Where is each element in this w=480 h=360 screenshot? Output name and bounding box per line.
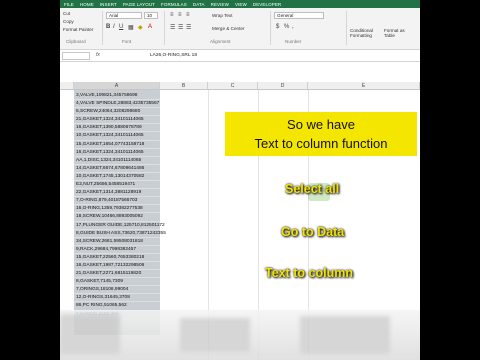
- tab-file[interactable]: FILE: [64, 2, 74, 7]
- table-row[interactable]: 4,VALVE SPINDLE,28883,4235735567: [74, 100, 224, 109]
- merge-center-button[interactable]: Merge & Center: [212, 26, 244, 31]
- ribbon-home: Cut Copy Format Painter Clipboard Arial …: [60, 8, 420, 50]
- table-row[interactable]: 12,O-RINGS,31645,3708: [74, 294, 224, 303]
- align-middle-icon[interactable]: ≡: [178, 12, 182, 18]
- blurred-region: [60, 310, 420, 360]
- cell-list: 3,VALVE,109821,345758698 4,VALVE SPINDLE,…: [74, 92, 224, 319]
- table-row[interactable]: 10,GASKET,1324,34101114065: [74, 132, 224, 141]
- video-frame: FILE HOME INSERT PAGE LAYOUT FORMULAS DA…: [60, 0, 420, 360]
- format-as-table-button[interactable]: Format as Table: [384, 28, 414, 38]
- column-header-c[interactable]: C: [208, 82, 258, 90]
- ribbon-tab-bar: FILE HOME INSERT PAGE LAYOUT FORMULAS DA…: [60, 0, 420, 8]
- column-header-d[interactable]: D: [258, 82, 308, 90]
- step-go-to-data: Go to Data: [281, 225, 345, 239]
- number-group-label: Number: [285, 39, 302, 44]
- align-left-icon[interactable]: ☰: [170, 24, 175, 31]
- fx-icon[interactable]: fx: [96, 52, 100, 58]
- table-row[interactable]: AA,1,DISC,1324,34101114065: [74, 157, 224, 165]
- table-row[interactable]: 16,GASKET,1987,72132298506: [74, 262, 224, 271]
- table-row[interactable]: 7,O-RING,879,40187566703: [74, 197, 224, 206]
- tab-data[interactable]: DATA: [193, 2, 205, 7]
- headline-banner: So we have Text to column function: [225, 112, 417, 156]
- blur-shape: [60, 314, 120, 354]
- tab-insert[interactable]: INSERT: [100, 2, 117, 7]
- table-row[interactable]: 22,GASKET,1314,3881128919: [74, 189, 224, 198]
- table-row[interactable]: E2,NUT,25656,5458519471: [74, 181, 224, 190]
- align-top-icon[interactable]: ≡: [170, 12, 174, 18]
- divider: [164, 11, 165, 45]
- blur-shape: [180, 318, 250, 352]
- align-bottom-icon[interactable]: ≡: [186, 12, 190, 18]
- step-text-to-column: Text to column: [265, 266, 353, 280]
- divider: [270, 11, 271, 45]
- divider: [346, 11, 347, 45]
- font-group-label: Font: [122, 39, 132, 44]
- bold-icon[interactable]: B: [106, 24, 110, 30]
- select-all-corner[interactable]: [60, 82, 74, 90]
- table-row[interactable]: 10,GASKET,1745,13014370582: [74, 173, 224, 182]
- step-select-all: Select all: [285, 182, 340, 196]
- table-row[interactable]: 5,SCREW,24064,3208298680: [74, 108, 224, 117]
- table-row[interactable]: 15,GASKET,1654,07743158718: [74, 141, 224, 149]
- table-row[interactable]: 18,SCREW,10466,8893005092: [74, 213, 224, 222]
- comma-style-icon[interactable]: ,: [292, 24, 294, 30]
- wrap-text-button[interactable]: Wrap Text: [212, 13, 233, 18]
- headline-line1: So we have: [287, 117, 355, 132]
- table-row[interactable]: 16,O-RING,1359,79382277538: [74, 205, 224, 214]
- underline-icon[interactable]: U: [119, 24, 123, 30]
- cut-button[interactable]: Cut: [63, 11, 70, 16]
- table-row[interactable]: 14,GASKET,6674,67809641486: [74, 165, 224, 173]
- formula-input[interactable]: LA26,O-RING,SRL 18: [150, 53, 197, 58]
- font-color-icon[interactable]: A: [148, 24, 152, 30]
- table-row[interactable]: 15,GASKET,22560,7653380218: [74, 254, 224, 262]
- headline-line2: Text to column function: [254, 136, 388, 151]
- conditional-formatting-button[interactable]: Conditional Formatting: [350, 28, 382, 38]
- format-painter-button[interactable]: Format Painter: [63, 27, 93, 32]
- table-row[interactable]: 7,ORINGS,18106,99004: [74, 286, 224, 295]
- tab-home[interactable]: HOME: [80, 2, 94, 7]
- table-row[interactable]: 3,VALVE,109821,345758698: [74, 92, 224, 101]
- percent-icon[interactable]: %: [284, 24, 289, 30]
- table-row[interactable]: 21,GASKET,1324,34101114065: [74, 116, 224, 125]
- tab-developer[interactable]: DEVELOPER: [253, 2, 281, 7]
- formula-bar: fx LA26,O-RING,SRL 18: [60, 50, 420, 62]
- font-name-select[interactable]: Arial: [106, 12, 142, 19]
- blur-shape: [300, 316, 390, 354]
- tab-review[interactable]: REVIEW: [211, 2, 229, 7]
- column-header-a[interactable]: A: [74, 82, 160, 90]
- font-size-select[interactable]: 10: [144, 12, 158, 19]
- worksheet[interactable]: A B C D E 3,VALVE,109821,345758698 4,VALV…: [60, 62, 420, 360]
- table-row[interactable]: 9,RACK,29684,7998382457: [74, 246, 224, 254]
- table-row[interactable]: 34,SCREW,2681,59508031818: [74, 238, 224, 246]
- tab-view[interactable]: VIEW: [235, 2, 247, 7]
- divider: [102, 11, 103, 45]
- align-right-icon[interactable]: ☰: [186, 24, 191, 31]
- name-box[interactable]: [62, 52, 90, 60]
- alignment-group-label: Alignment: [210, 39, 231, 44]
- italic-icon[interactable]: I: [113, 24, 115, 30]
- currency-icon[interactable]: $: [276, 24, 279, 30]
- tab-page-layout[interactable]: PAGE LAYOUT: [123, 2, 155, 7]
- tab-formulas[interactable]: FORMULAS: [161, 2, 187, 7]
- fill-color-icon[interactable]: ◆: [138, 24, 143, 31]
- table-row[interactable]: 8,GUIDE BUSH ASS,73620,73871242355: [74, 230, 224, 238]
- number-format-select[interactable]: General: [274, 12, 324, 19]
- table-row[interactable]: 21,GASKET,2271,6815119820: [74, 270, 224, 279]
- table-row[interactable]: 16,GASKET,1390,5880678789: [74, 124, 224, 133]
- table-row[interactable]: 16,GASKET,1324,34101114065: [74, 149, 224, 157]
- borders-icon[interactable]: ▦: [128, 24, 134, 31]
- table-row[interactable]: 17,PLUNGER GUIDE,125710,812501172: [74, 222, 224, 230]
- column-header-b[interactable]: B: [160, 82, 208, 90]
- clipboard-group-label: Clipboard: [66, 39, 86, 44]
- table-row[interactable]: 8,GASKET,7145,7309: [74, 278, 224, 287]
- column-header-e[interactable]: E: [308, 82, 420, 90]
- copy-button[interactable]: Copy: [63, 19, 74, 24]
- align-center-icon[interactable]: ☰: [178, 24, 183, 31]
